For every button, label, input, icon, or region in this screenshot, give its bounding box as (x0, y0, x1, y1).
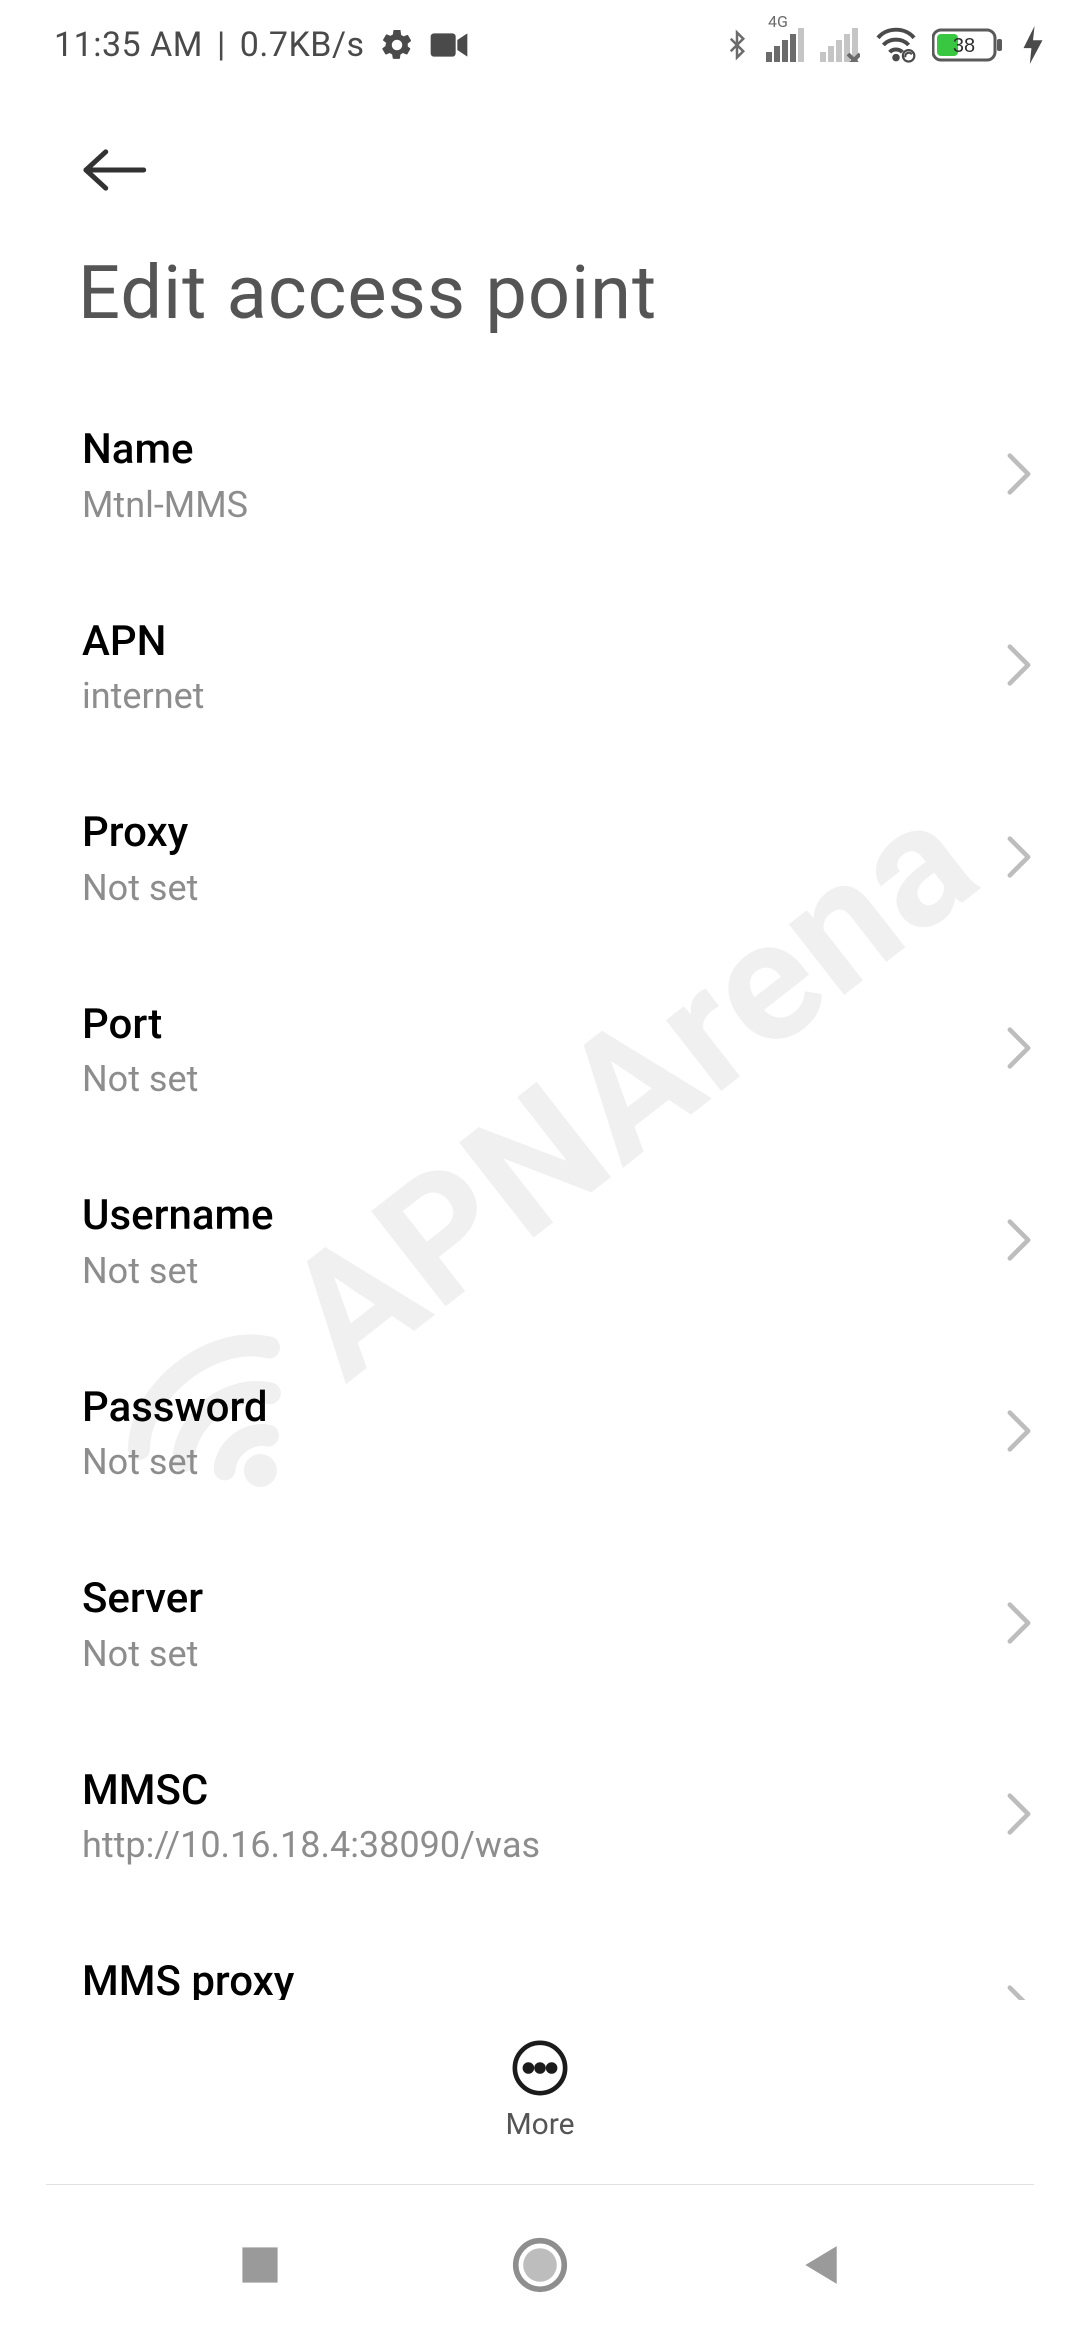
more-horizontal-icon (511, 2039, 569, 2097)
row-password[interactable]: Password Not set (0, 1338, 1080, 1530)
wifi-icon (874, 27, 918, 63)
arrow-left-icon (81, 145, 147, 195)
status-net-speed: 0.7KB/s (240, 25, 365, 65)
chevron-right-icon (1006, 452, 1032, 500)
circle-icon (512, 2237, 568, 2293)
row-label: APN (82, 616, 970, 669)
row-label: MMS proxy (82, 1956, 970, 2000)
chevron-right-icon (1006, 1218, 1032, 1266)
chevron-right-icon (1006, 835, 1032, 883)
app-bar (0, 110, 1080, 230)
chevron-right-icon (1006, 1792, 1032, 1840)
row-proxy[interactable]: Proxy Not set (0, 763, 1080, 955)
bottom-action-bar: More (0, 2000, 1080, 2180)
signal-1-icon: 4G (766, 28, 806, 62)
row-mmsc[interactable]: MMSC http://10.16.18.4:38090/was (0, 1721, 1080, 1913)
charging-icon (1022, 26, 1044, 64)
page-title: Edit access point (78, 250, 657, 337)
nav-recents-button[interactable] (200, 2205, 320, 2325)
row-label: Proxy (82, 807, 970, 860)
chevron-right-icon (1006, 643, 1032, 691)
more-button[interactable]: More (505, 2039, 574, 2142)
row-name[interactable]: Name Mtnl-MMS (0, 380, 1080, 572)
status-divider: | (217, 25, 226, 65)
row-server[interactable]: Server Not set (0, 1529, 1080, 1721)
row-value: Not set (82, 866, 970, 911)
row-label: Username (82, 1190, 970, 1243)
square-icon (238, 2243, 282, 2287)
bluetooth-icon (722, 26, 752, 64)
chevron-right-icon (1006, 1409, 1032, 1457)
gear-icon (379, 27, 415, 63)
row-value: Not set (82, 1057, 970, 1102)
row-apn[interactable]: APN internet (0, 572, 1080, 764)
row-value: Not set (82, 1632, 970, 1677)
status-bar: 11:35 AM | 0.7KB/s 4G (0, 0, 1080, 90)
back-button[interactable] (74, 130, 154, 210)
system-nav-bar (0, 2190, 1080, 2340)
row-value: http://10.16.18.4:38090/was (82, 1823, 970, 1868)
chevron-right-icon (1006, 1601, 1032, 1649)
video-icon (429, 30, 469, 60)
row-label: Password (82, 1382, 970, 1435)
row-port[interactable]: Port Not set (0, 955, 1080, 1147)
row-label: MMSC (82, 1765, 970, 1818)
more-label: More (505, 2107, 574, 2142)
nav-home-button[interactable] (480, 2205, 600, 2325)
status-right: 4G (722, 26, 1044, 64)
status-time: 11:35 AM (54, 25, 203, 65)
settings-list: Name Mtnl-MMS APN internet Proxy Not set… (0, 380, 1080, 2000)
row-value: Mtnl-MMS (82, 483, 970, 528)
status-left: 11:35 AM | 0.7KB/s (54, 25, 469, 65)
chevron-right-icon (1006, 1026, 1032, 1074)
divider (46, 2184, 1034, 2185)
chevron-right-icon (1006, 1984, 1032, 2000)
triangle-left-icon (799, 2242, 841, 2288)
row-username[interactable]: Username Not set (0, 1146, 1080, 1338)
row-label: Server (82, 1573, 970, 1626)
battery-percent-text: 38 (953, 35, 975, 57)
row-value: internet (82, 674, 970, 719)
row-mms-proxy[interactable]: MMS proxy 10.16.18.77 (0, 1912, 1080, 2000)
network-type-label: 4G (768, 12, 788, 31)
row-label: Port (82, 999, 970, 1052)
signal-2-icon (820, 28, 860, 62)
row-label: Name (82, 424, 970, 477)
row-value: Not set (82, 1249, 970, 1294)
nav-back-button[interactable] (760, 2205, 880, 2325)
battery-indicator: 38 (932, 26, 1008, 64)
row-value: Not set (82, 1440, 970, 1485)
